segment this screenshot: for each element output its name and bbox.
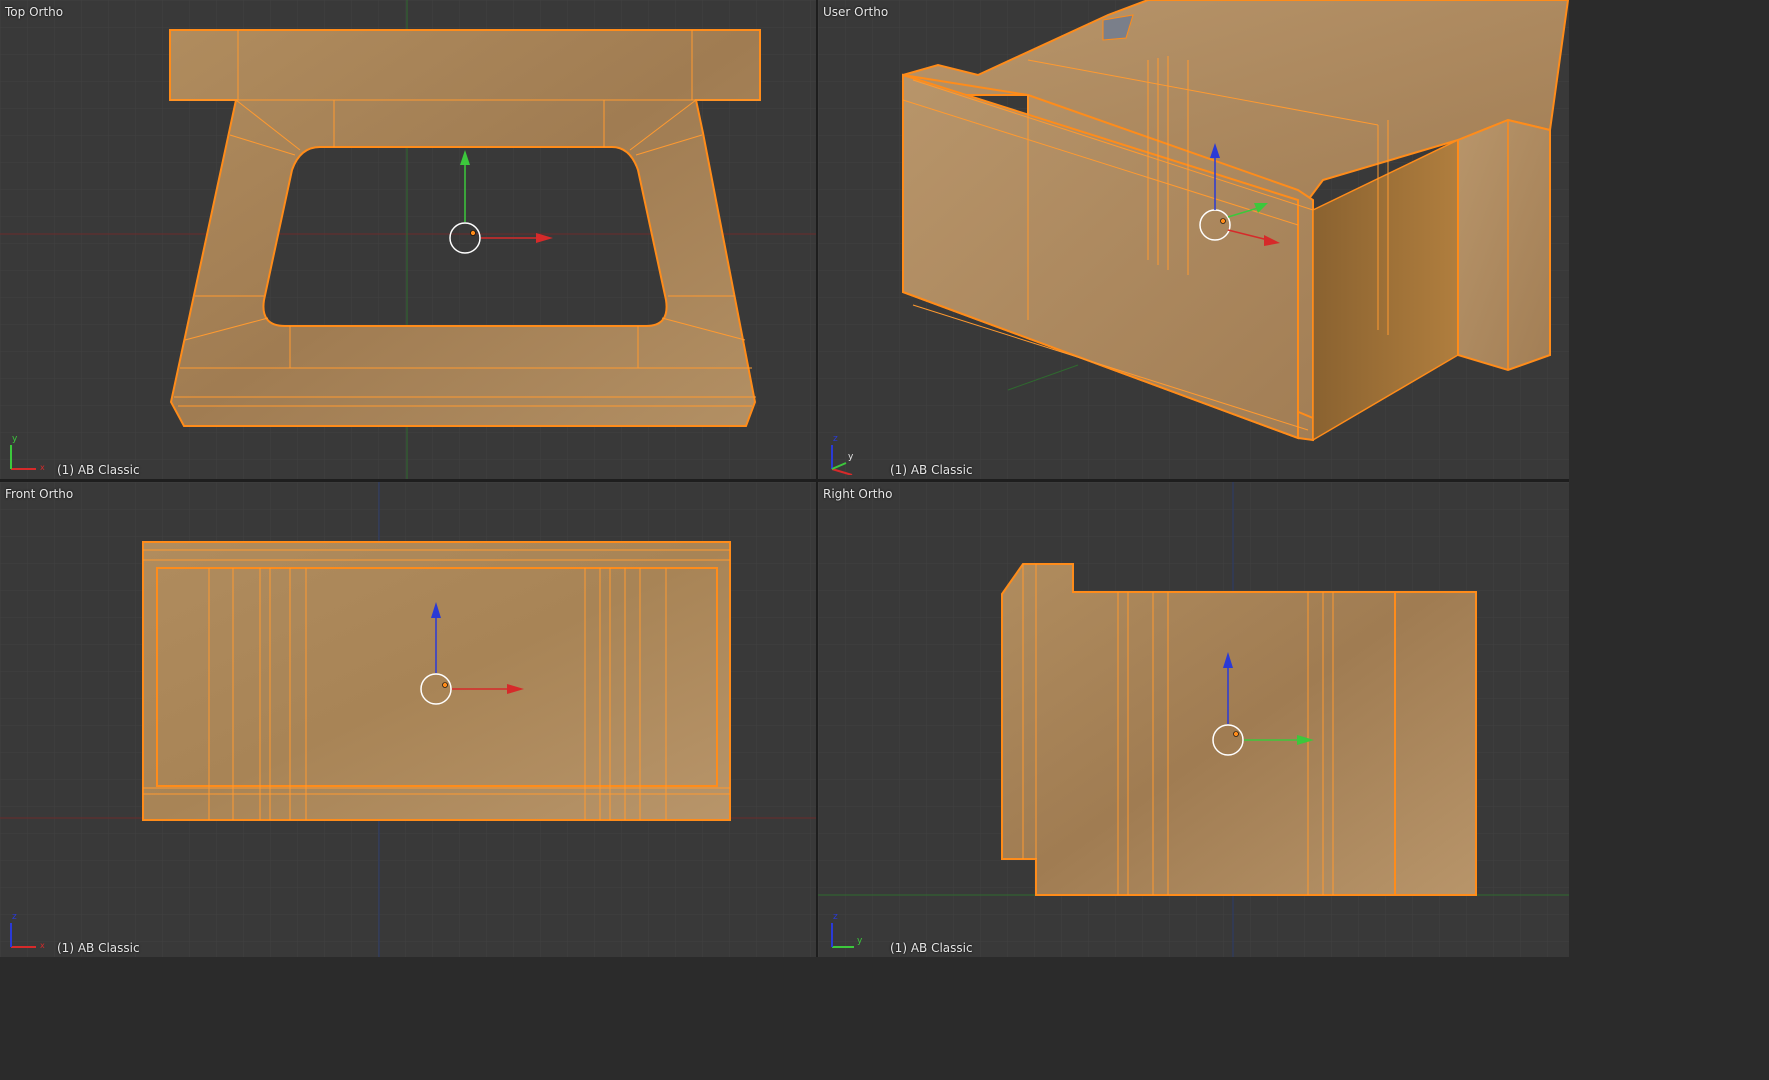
viewport-right-ortho[interactable]: Right Ortho y z (1) AB Classic [818,482,1569,957]
active-object-label: (1) AB Classic [890,941,973,955]
viewport-front-ortho[interactable]: Front Ortho x z (1) AB Classic [0,482,816,957]
active-object-label: (1) AB Classic [890,463,973,477]
svg-text:z: z [12,912,17,922]
mesh-object[interactable] [142,541,731,821]
active-object-label: (1) AB Classic [57,941,140,955]
axis-gizmo-icon: x y [10,434,45,472]
svg-text:y: y [857,936,863,946]
axis-gizmo-icon: x z [10,912,45,950]
svg-text:y: y [848,452,854,462]
top-ortho-scene[interactable] [0,0,816,479]
viewport-title: Right Ortho [823,487,893,501]
axis-gizmo-icon: y z [831,912,863,948]
active-object-label: (1) AB Classic [57,463,140,477]
viewport-title: User Ortho [823,5,889,19]
viewport-title: Top Ortho [5,5,64,19]
front-ortho-scene[interactable] [0,482,816,957]
svg-text:x: x [40,463,45,472]
svg-text:z: z [833,912,838,922]
svg-text:z: z [833,434,838,444]
svg-text:y: y [12,434,18,444]
svg-text:x: x [40,941,45,950]
user-ortho-scene[interactable] [818,0,1569,479]
viewport-title: Front Ortho [5,487,74,501]
viewport-user-ortho[interactable]: User Ortho y z (1) AB Classic [818,0,1569,479]
viewport-divider-horizontal[interactable] [0,479,1569,482]
viewport-top-ortho[interactable]: Top Ortho x y (1) AB Classic [0,0,816,479]
right-ortho-scene[interactable] [818,482,1569,957]
axis-gizmo-icon: y z [831,434,854,475]
